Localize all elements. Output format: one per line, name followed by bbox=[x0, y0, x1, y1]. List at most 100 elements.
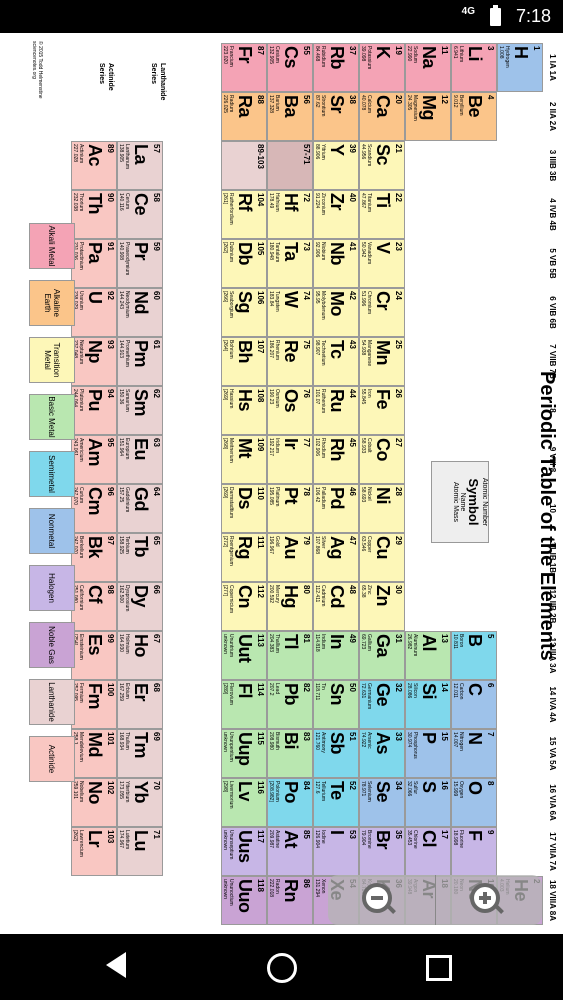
element-cu[interactable]: 29 Cu Copper 63.546 bbox=[359, 533, 405, 582]
element-ca[interactable]: 20 Ca Calcium 40.078 bbox=[359, 92, 405, 141]
element-eu[interactable]: 63 Eu Europium 151.964 bbox=[117, 435, 163, 484]
element-re[interactable]: 75 Re Rhenium 186.207 bbox=[267, 337, 313, 386]
element-sb[interactable]: 51 Sb Antimony 121.760 bbox=[313, 729, 359, 778]
element-mg[interactable]: 12 Mg Magnesium 24.305 bbox=[405, 92, 451, 141]
element-li[interactable]: 3 Li Lithium 6.941 bbox=[451, 43, 497, 92]
element-al[interactable]: 13 Al Aluminum 26.982 bbox=[405, 631, 451, 680]
element-cd[interactable]: 48 Cd Cadmium 112.411 bbox=[313, 582, 359, 631]
element-la[interactable]: 57 La Lanthanum 138.905 bbox=[117, 141, 163, 190]
element-gd[interactable]: 64 Gd Gadolinium 157.25 bbox=[117, 484, 163, 533]
element-rn[interactable]: 86 Rn Radon 222.018 bbox=[267, 876, 313, 925]
element-p[interactable]: 15 P Phosphorus 30.974 bbox=[405, 729, 451, 778]
element-tl[interactable]: 81 Tl Thallium 204.383 bbox=[267, 631, 313, 680]
element-mo[interactable]: 42 Mo Molybdenum 95.95 bbox=[313, 288, 359, 337]
element-ac[interactable]: 89 Ac Actinium 227.028 bbox=[71, 141, 117, 190]
element-md[interactable]: 101 Md Mendelevium 258.1 bbox=[71, 729, 117, 778]
home-icon[interactable] bbox=[267, 953, 297, 983]
element-ho[interactable]: 67 Ho Holmium 164.930 bbox=[117, 631, 163, 680]
element-lu[interactable]: 71 Lu Lutetium 174.967 bbox=[117, 827, 163, 876]
element-o[interactable]: 8 O Oxygen 15.999 bbox=[451, 778, 497, 827]
element-am[interactable]: 95 Am Americium 243.061 bbox=[71, 435, 117, 484]
element-mn[interactable]: 25 Mn Manganese 54.938 bbox=[359, 337, 405, 386]
element-ga[interactable]: 31 Ga Gallium 69.723 bbox=[359, 631, 405, 680]
element-ta[interactable]: 73 Ta Tantalum 180.948 bbox=[267, 239, 313, 288]
element-pt[interactable]: 78 Pt Platinum 195.085 bbox=[267, 484, 313, 533]
element-rb[interactable]: 37 Rb Rubidium 84.468 bbox=[313, 43, 359, 92]
element-ge[interactable]: 32 Ge Germanium 72.631 bbox=[359, 680, 405, 729]
element-uuo[interactable]: 118 Uuo Ununoctium unknown bbox=[221, 876, 267, 925]
element-db[interactable]: 105 Db Dubnium [262] bbox=[221, 239, 267, 288]
element-zr[interactable]: 40 Zr Zirconium 91.224 bbox=[313, 190, 359, 239]
element-os[interactable]: 76 Os Osmium 190.23 bbox=[267, 386, 313, 435]
element-ba[interactable]: 56 Ba Barium 137.328 bbox=[267, 92, 313, 141]
element-tb[interactable]: 65 Tb Terbium 158.925 bbox=[117, 533, 163, 582]
element-rg[interactable]: 111 Rg Roentgenium [272] bbox=[221, 533, 267, 582]
element-lv[interactable]: 116 Lv Livermorium [298] bbox=[221, 778, 267, 827]
element-co[interactable]: 27 Co Cobalt 58.933 bbox=[359, 435, 405, 484]
element-v[interactable]: 23 V Vanadium 50.942 bbox=[359, 239, 405, 288]
element-fe[interactable]: 26 Fe Iron 55.845 bbox=[359, 386, 405, 435]
element-au[interactable]: 79 Au Gold 196.967 bbox=[267, 533, 313, 582]
element-pm[interactable]: 61 Pm Promethium 144.913 bbox=[117, 337, 163, 386]
element-c[interactable]: 6 C Carbon 12.011 bbox=[451, 680, 497, 729]
element-sn[interactable]: 50 Sn Tin 118.711 bbox=[313, 680, 359, 729]
element-pr[interactable]: 59 Pr Praseodymium 140.908 bbox=[117, 239, 163, 288]
element-at[interactable]: 85 At Astatine 209.987 bbox=[267, 827, 313, 876]
element-nb[interactable]: 41 Nb Niobium 92.906 bbox=[313, 239, 359, 288]
element-np[interactable]: 93 Np Neptunium 237.048 bbox=[71, 337, 117, 386]
element-y[interactable]: 39 Y Yttrium 88.906 bbox=[313, 141, 359, 190]
element-es[interactable]: 99 Es Einsteinium [254] bbox=[71, 631, 117, 680]
element-te[interactable]: 52 Te Tellurium 127.6 bbox=[313, 778, 359, 827]
element-pb[interactable]: 82 Pb Lead 207.2 bbox=[267, 680, 313, 729]
element-hf[interactable]: 72 Hf Hafnium 178.49 bbox=[267, 190, 313, 239]
element-uut[interactable]: 113 Uut Ununtrium unknown bbox=[221, 631, 267, 680]
element-lr[interactable]: 103 Lr Lawrencium [262] bbox=[71, 827, 117, 876]
element-sg[interactable]: 106 Sg Seaborgium [266] bbox=[221, 288, 267, 337]
element-ag[interactable]: 47 Ag Silver 107.868 bbox=[313, 533, 359, 582]
element-ti[interactable]: 22 Ti Titanium 47.867 bbox=[359, 190, 405, 239]
element-rh[interactable]: 45 Rh Rhodium 102.906 bbox=[313, 435, 359, 484]
element-i[interactable]: 53 I Iodine 126.904 bbox=[313, 827, 359, 876]
element-in[interactable]: 49 In Indium 114.818 bbox=[313, 631, 359, 680]
element-si[interactable]: 14 Si Silicon 28.086 bbox=[405, 680, 451, 729]
element-cm[interactable]: 96 Cm Curium 247.070 bbox=[71, 484, 117, 533]
element-uup[interactable]: 115 Uup Ununpentium unknown bbox=[221, 729, 267, 778]
element-rf[interactable]: 104 Rf Rutherfordium [261] bbox=[221, 190, 267, 239]
element-ir[interactable]: 77 Ir Iridium 192.217 bbox=[267, 435, 313, 484]
element-ru[interactable]: 44 Ru Ruthenium 101.07 bbox=[313, 386, 359, 435]
element-bk[interactable]: 97 Bk Berkelium 247.070 bbox=[71, 533, 117, 582]
element-k[interactable]: 19 K Potassium 39.098 bbox=[359, 43, 405, 92]
element-b[interactable]: 5 B Boron 10.811 bbox=[451, 631, 497, 680]
element-bh[interactable]: 107 Bh Bohrium [264] bbox=[221, 337, 267, 386]
element-no[interactable]: 102 No Nobelium 259.101 bbox=[71, 778, 117, 827]
element-fm[interactable]: 100 Fm Fermium 257.095 bbox=[71, 680, 117, 729]
element-tc[interactable]: 43 Tc Technetium 98.907 bbox=[313, 337, 359, 386]
element-po[interactable]: 84 Po Polonium [208.982] bbox=[267, 778, 313, 827]
element-ni[interactable]: 28 Ni Nickel 58.693 bbox=[359, 484, 405, 533]
element-cs[interactable]: 55 Cs Cesium 132.905 bbox=[267, 43, 313, 92]
element-yb[interactable]: 70 Yb Ytterbium 173.055 bbox=[117, 778, 163, 827]
element-ds[interactable]: 110 Ds Darmstadtium [269] bbox=[221, 484, 267, 533]
element-w[interactable]: 74 W Tungsten 183.84 bbox=[267, 288, 313, 337]
periodic-table-view[interactable]: Periodic Table of the Elements Atomic Nu… bbox=[0, 33, 563, 934]
element-cl[interactable]: 17 Cl Chlorine 35.453 bbox=[405, 827, 451, 876]
element-fr[interactable]: 87 Fr Francium 223.020 bbox=[221, 43, 267, 92]
element-be[interactable]: 4 Be Beryllium 9.012 bbox=[451, 92, 497, 141]
element-br[interactable]: 35 Br Bromine 79.904 bbox=[359, 827, 405, 876]
element-h[interactable]: 1 H Hydrogen 1.008 bbox=[497, 43, 543, 92]
element-pd[interactable]: 46 Pd Palladium 106.42 bbox=[313, 484, 359, 533]
element-sc[interactable]: 21 Sc Scandium 44.956 bbox=[359, 141, 405, 190]
element-nd[interactable]: 60 Nd Neodymium 144.243 bbox=[117, 288, 163, 337]
element-pa[interactable]: 91 Pa Protactinium 231.036 bbox=[71, 239, 117, 288]
zoom-out-button[interactable] bbox=[328, 875, 435, 925]
element-tm[interactable]: 69 Tm Thulium 168.934 bbox=[117, 729, 163, 778]
element-hg[interactable]: 80 Hg Mercury 200.592 bbox=[267, 582, 313, 631]
element-pu[interactable]: 94 Pu Plutonium 244.064 bbox=[71, 386, 117, 435]
element-as[interactable]: 33 As Arsenic 74.922 bbox=[359, 729, 405, 778]
element-er[interactable]: 68 Er Erbium 167.259 bbox=[117, 680, 163, 729]
element-na[interactable]: 11 Na Sodium 22.990 bbox=[405, 43, 451, 92]
recents-icon[interactable] bbox=[426, 955, 452, 981]
element-u[interactable]: 92 U Uranium 238.029 bbox=[71, 288, 117, 337]
element-sm[interactable]: 62 Sm Samarium 150.36 bbox=[117, 386, 163, 435]
back-icon[interactable] bbox=[106, 952, 126, 978]
